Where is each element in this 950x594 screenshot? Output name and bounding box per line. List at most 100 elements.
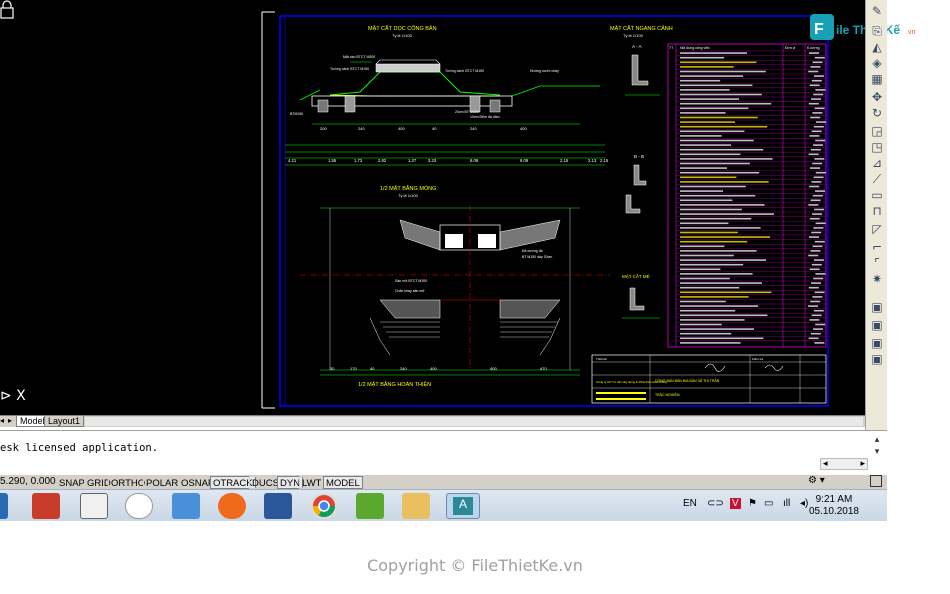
explode-icon[interactable]: ✷ <box>869 272 885 286</box>
mirror-icon[interactable]: ◭ <box>869 40 885 54</box>
status-toggle-lwt[interactable]: LWT <box>299 476 325 489</box>
svg-text:400: 400 <box>520 126 527 131</box>
lock-icon <box>0 0 14 19</box>
svg-text:MẶT CẮT NGANG CẢNH: MẶT CẮT NGANG CẢNH <box>610 24 673 32</box>
watermark: Copyright © FileThietKe.vn <box>367 556 583 575</box>
cad-drawing: MẶT CẮT DỌC CỐNG BẢN Tỷ lệ 1/100 Mặt cầu <box>261 11 829 409</box>
array-icon[interactable]: ▦ <box>869 72 885 86</box>
svg-text:BTM150: BTM150 <box>290 112 303 116</box>
plan-view: 1/2 MẶT BẰNG MÓNG Tỷ lệ 1/100 Đá cường đ… <box>300 184 610 388</box>
app-autocad-icon[interactable]: A <box>446 493 480 519</box>
svg-text:Sân mở BTCT M200: Sân mở BTCT M200 <box>395 279 427 283</box>
svg-text:Tỷ lệ 1/100: Tỷ lệ 1/100 <box>623 33 644 38</box>
app-coccoc-icon[interactable] <box>356 493 384 519</box>
svg-text:Tường cánh BTCT M150: Tường cánh BTCT M150 <box>330 67 369 71</box>
tray-toggle-icon[interactable]: ⊂⊃ <box>707 498 724 509</box>
tray-v-icon[interactable]: V <box>730 498 741 509</box>
fillet-icon[interactable]: ⌐ <box>869 240 885 254</box>
svg-text:A - A: A - A <box>632 44 642 49</box>
app-firefox-icon[interactable] <box>218 493 246 519</box>
command-scrollbar[interactable]: ◂ ▸ <box>820 458 868 470</box>
clean-screen-icon[interactable] <box>870 475 882 487</box>
stretch-icon[interactable]: ◳ <box>869 140 885 154</box>
status-toggle-polar[interactable]: POLAR <box>143 476 182 489</box>
svg-text:K.lượng: K.lượng <box>807 46 820 50</box>
svg-text:200: 200 <box>320 126 327 131</box>
title-block: Công ty CP Tư vấn xây dựng & Phát triển … <box>591 354 827 404</box>
break-icon[interactable]: ▭ <box>869 188 885 202</box>
rotate-icon[interactable]: ↻ <box>869 106 885 120</box>
profile-dim-value: 2.13 <box>588 158 597 163</box>
svg-text:Tường cánh BTCT M150: Tường cánh BTCT M150 <box>445 69 484 73</box>
svg-text:10cm Đệm đá dăm: 10cm Đệm đá dăm <box>470 115 500 119</box>
extend-icon[interactable]: ⟋ <box>869 172 885 186</box>
quantity-table: TT Nội dung công việc Đơn vị K.lượng <box>667 43 827 348</box>
svg-text:470: 470 <box>540 366 547 371</box>
svg-text:Kiểm tra: Kiểm tra <box>752 357 764 361</box>
svg-text:TT: TT <box>669 46 674 50</box>
app-paint-icon[interactable] <box>402 493 430 519</box>
app-ctv-2013-icon[interactable] <box>32 493 60 519</box>
start-button[interactable] <box>0 493 8 519</box>
tray-settings-icon[interactable]: ⚙ ▾ <box>808 475 825 486</box>
sheet-frame <box>279 15 829 407</box>
svg-text:30: 30 <box>330 366 335 371</box>
tray-volume-icon[interactable]: ◂) <box>800 498 808 509</box>
svg-text:TRẮC NGHIỆM: TRẮC NGHIỆM <box>655 392 680 397</box>
svg-text:40: 40 <box>432 126 437 131</box>
command-line[interactable]: esk licensed application. ▴ ▾ ◂ ▸ <box>0 430 887 474</box>
trim-icon[interactable]: ⊿ <box>869 156 885 170</box>
fillet2-icon[interactable]: ⌜ <box>869 256 885 270</box>
screen: MẶT CẮT DỌC CỐNG BẢN Tỷ lệ 1/100 Mặt cầu <box>0 0 950 594</box>
tray-flag-icon[interactable]: ⚑ <box>748 498 757 509</box>
svg-text:B - B: B - B <box>634 154 644 159</box>
windows-taskbar: A EN ⊂⊃ V ⚑ ▭ ıll ◂) 9:21 AM 05.10.2018 <box>0 489 887 521</box>
horizontal-scrollbar[interactable] <box>85 417 863 426</box>
svg-text:Tỷ lệ 1/100: Tỷ lệ 1/100 <box>398 193 419 198</box>
svg-text:Nội dung công việc: Nội dung công việc <box>680 46 710 50</box>
join-icon[interactable]: ⊓ <box>869 204 885 218</box>
layer3-icon[interactable]: ▣ <box>869 336 885 350</box>
app-file-explorer-icon[interactable] <box>172 493 200 519</box>
profile-dim-value: 1.73 <box>354 158 363 163</box>
app-word-icon[interactable] <box>264 493 292 519</box>
tray-network-icon[interactable]: ıll <box>783 498 790 509</box>
app-uin-tool-icon[interactable] <box>80 493 108 519</box>
svg-text:CỐNG BẢN BẢN ĐỊA BẢN XÃ THỊ TR: CỐNG BẢN BẢN ĐỊA BẢN XÃ THỊ TRẤN <box>655 378 720 383</box>
layer2-icon[interactable]: ▣ <box>869 318 885 332</box>
offset-icon[interactable]: ◈ <box>869 56 885 70</box>
app-recorder-icon[interactable] <box>125 493 153 519</box>
ucs-icon: ⊳ X <box>0 388 26 404</box>
svg-text:170: 170 <box>350 366 357 371</box>
profile-dim-value: 2.82 <box>378 158 387 163</box>
svg-text:Thiết kế: Thiết kế <box>596 357 607 361</box>
profile-dim-value: 1.55 <box>328 158 337 163</box>
svg-text:240: 240 <box>470 126 477 131</box>
status-toggle-model[interactable]: MODEL <box>323 476 363 489</box>
scale-icon[interactable]: ◲ <box>869 124 885 138</box>
drawing-canvas[interactable]: MẶT CẮT DỌC CỐNG BẢN Tỷ lệ 1/100 Mặt cầu <box>0 0 865 415</box>
svg-text:.vn: .vn <box>906 29 915 36</box>
system-clock[interactable]: 9:21 AM 05.10.2018 <box>809 494 859 518</box>
svg-text:20cm BT M150: 20cm BT M150 <box>455 110 479 114</box>
scroll-up-icon[interactable]: ▴ <box>870 433 884 445</box>
language-indicator[interactable]: EN <box>683 498 697 509</box>
chamfer-icon[interactable]: ◸ <box>869 222 885 236</box>
erase-icon[interactable]: ✎ <box>869 4 885 18</box>
scroll-down-icon[interactable]: ▾ <box>870 445 884 457</box>
layer-icon[interactable]: ▣ <box>869 300 885 314</box>
tray-device-icon[interactable]: ▭ <box>764 498 773 509</box>
copy-icon[interactable]: ⎘ <box>869 24 885 38</box>
svg-text:MẶT CẮT MÉ: MẶT CẮT MÉ <box>622 272 650 279</box>
coordinate-readout: 5.290, 0.000 <box>0 476 56 487</box>
move-icon[interactable]: ✥ <box>869 90 885 104</box>
profile-dim-value: 4.21 <box>288 158 297 163</box>
clock-time: 9:21 AM <box>815 494 853 505</box>
profile-table: 4.21 1.55 1.73 2.82 1.37 3.33 6.09 6.09 2.15 2.13… <box>285 144 609 166</box>
svg-text:Chân khay sân mở: Chân khay sân mở <box>395 289 425 293</box>
layer4-icon[interactable]: ▣ <box>869 352 885 366</box>
tab-layout1[interactable]: Layout1 <box>44 416 85 427</box>
svg-text:400: 400 <box>398 126 405 131</box>
app-chrome-icon[interactable] <box>310 493 338 519</box>
svg-text:Mặt cầu BTCT M300: Mặt cầu BTCT M300 <box>343 55 375 59</box>
